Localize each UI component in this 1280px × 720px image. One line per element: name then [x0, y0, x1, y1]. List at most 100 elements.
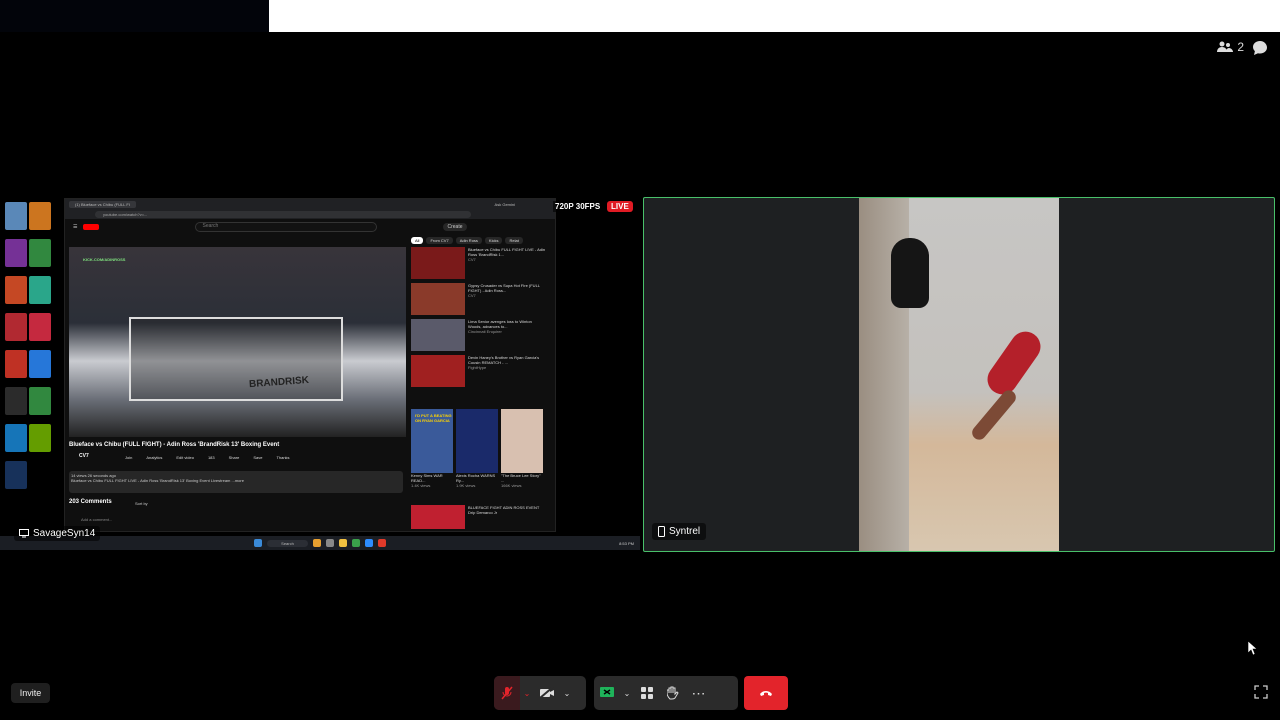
chevron-down-icon: ⌄: [563, 688, 571, 698]
video-action: Share: [228, 455, 240, 460]
youtube-search: Search: [195, 222, 378, 232]
live-badge: LIVE: [607, 201, 633, 212]
desktop-icon: [29, 276, 51, 304]
filter-chip: Relat: [505, 237, 523, 244]
desktop-icon: [29, 387, 51, 415]
video-actions: Join Analytics Edit video 183 Share Save Thank…: [125, 455, 290, 460]
desktop-icon: [5, 387, 27, 415]
desktop-icon: [29, 350, 51, 378]
create-button: Create: [443, 223, 467, 231]
action-controls: ⌄ ⋯: [594, 676, 738, 710]
kick-overlay: KICK.COM/ADINROSS: [83, 257, 126, 262]
mouse-cursor: [1248, 641, 1258, 655]
chat-icon[interactable]: [1252, 40, 1268, 56]
apps-button[interactable]: [634, 676, 660, 710]
hang-up-icon: [760, 691, 772, 696]
taskbar-clock: 8:53 PM: [619, 540, 634, 546]
presenter-name-tag: SavageSyn14: [14, 526, 101, 541]
desktop-icon: [5, 461, 27, 489]
short-video: Alexis Rocha WARNS Ry... 1.9K views: [456, 409, 499, 488]
camera-participant-name: Syntrel: [669, 526, 701, 537]
video-action: Thanks: [276, 455, 290, 460]
chevron-down-icon: ⌄: [523, 688, 531, 698]
desktop-icon: [5, 202, 27, 230]
share-options[interactable]: ⌄: [620, 676, 634, 710]
filter-chip: From CV7: [426, 237, 453, 244]
start-icon: [254, 539, 263, 547]
camera-tile[interactable]: Syntrel: [643, 197, 1275, 552]
camera-options[interactable]: ⌄: [560, 676, 574, 710]
desktop-icon: [29, 424, 51, 452]
desktop-icons: [4, 200, 58, 496]
video-action: Join: [125, 455, 133, 460]
taskbar-search: Search: [267, 539, 308, 547]
youtube-header: ☰ Search Create: [65, 219, 555, 235]
participants-button[interactable]: 2: [1217, 40, 1244, 54]
mute-button[interactable]: [494, 676, 520, 710]
filter-chip: All: [411, 237, 424, 244]
bottom-video: BLUEFACE FIGHT ADIN ROSS EVENT Drip Demar…: [411, 505, 539, 529]
resolution-badge: 720P 30FPS: [553, 201, 603, 212]
chevron-down-icon: ⌄: [623, 688, 631, 698]
speaker-object: [891, 238, 929, 308]
desktop-icon: [5, 239, 27, 267]
apps-icon: [641, 687, 653, 699]
desktop-icon: [5, 313, 27, 341]
desktop-icon: [5, 424, 27, 452]
browser-tab: (1) Blueface vs Chibu (FULL FI: [69, 200, 136, 208]
forearm: [969, 387, 1019, 443]
recommended-video: Blueface vs Chibu FULL FIGHT LIVE - Adin…: [411, 247, 546, 279]
camera-button[interactable]: [534, 676, 560, 710]
desktop-icon: [29, 313, 51, 341]
red-sleeve: [981, 325, 1047, 401]
desktop-icon: [29, 202, 51, 230]
presenter-name: SavageSyn14: [33, 528, 96, 539]
shorts-banner: I'D PUT A BEATING ON RYAN GARCIA: [415, 413, 452, 423]
ask-gemini: Ask Gemini: [494, 201, 515, 207]
youtube-logo: [83, 224, 100, 230]
video-title: Blueface vs Chibu (FULL FIGHT) - Adin Ro…: [69, 442, 280, 448]
fullscreen-icon[interactable]: [1254, 685, 1268, 699]
recommended-video: Devin Haney's Brother vs Ryan Garcia's C…: [411, 355, 546, 387]
screen-share-icon: [19, 529, 29, 538]
top-bar-left: [0, 0, 269, 32]
people-icon: [1217, 41, 1234, 52]
channel-name: CV7: [79, 453, 89, 459]
camera-off-icon: [539, 687, 554, 699]
filter-chips: All From CV7 Adin Ross Kicks Relat: [411, 237, 523, 244]
boxing-ring: [129, 317, 343, 401]
video-player: KICK.COM/ADINROSS BRANDRISK: [69, 247, 406, 437]
more-icon: ⋯: [691, 684, 707, 701]
mic-options[interactable]: ⌄: [520, 676, 534, 710]
video-action: Analytics: [146, 455, 163, 460]
desktop-icon: [29, 239, 51, 267]
filter-chip: Kicks: [484, 237, 503, 244]
video-action: Save: [253, 455, 263, 460]
end-call-button[interactable]: [744, 676, 788, 710]
address-bar: youtube.com/watch?v=...: [65, 209, 555, 219]
reactions-button[interactable]: [660, 676, 686, 710]
share-screen-button[interactable]: [594, 676, 620, 710]
video-action: Edit video: [176, 455, 194, 460]
recommended-video: Lima Senior avenges loss to Winton Woods…: [411, 319, 546, 351]
menu-icon: ☰: [73, 224, 78, 230]
browser-tabs: (1) Blueface vs Chibu (FULL FI Ask Gemin…: [65, 199, 555, 209]
phone-icon: [658, 526, 665, 537]
screen-share-tile: (1) Blueface vs Chibu (FULL FI Ask Gemin…: [0, 196, 640, 551]
participant-count: 2: [1237, 40, 1244, 54]
filter-chip: Adin Ross: [455, 237, 482, 244]
desktop-icon: [5, 276, 27, 304]
share-screen-icon: [600, 687, 614, 697]
shared-browser-window: (1) Blueface vs Chibu (FULL FI Ask Gemin…: [64, 198, 556, 532]
camera-name-tag: Syntrel: [652, 523, 707, 540]
desktop-icon: [5, 350, 27, 378]
add-comment: Add a comment...: [81, 517, 113, 522]
media-controls: ⌄ ⌄: [494, 676, 586, 710]
invite-button[interactable]: Invite: [11, 683, 50, 703]
more-button[interactable]: ⋯: [686, 676, 712, 710]
recommended-video: Gypsy Crusader vs Supa Hot Fire (FULL FI…: [411, 283, 546, 315]
mic-muted-icon: [501, 686, 513, 700]
sort-by: Sort by: [135, 501, 148, 506]
raise-hand-icon: [667, 686, 679, 700]
short-video: "The Bruce Lee Story" ... 166K views: [501, 409, 544, 488]
